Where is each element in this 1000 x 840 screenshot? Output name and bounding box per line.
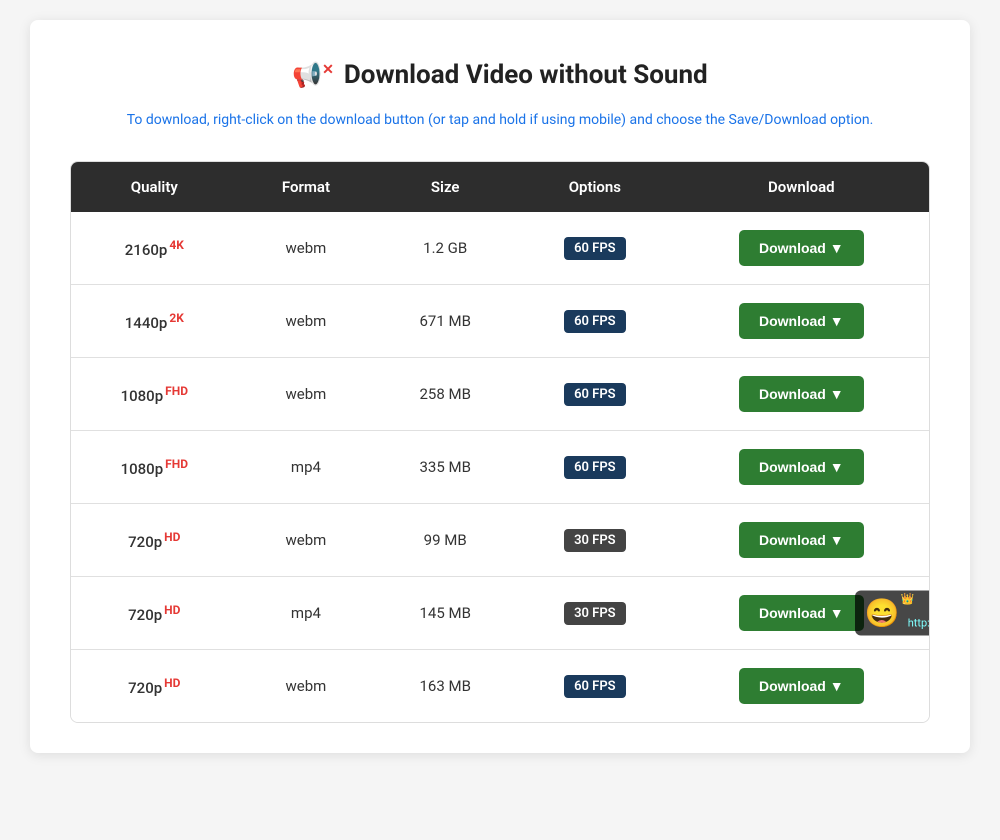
download-button[interactable]: Download ▼	[739, 449, 864, 485]
format-cell: mp4	[238, 431, 375, 504]
table-header-row: Quality Format Size Options Download	[71, 162, 929, 212]
options-cell: 60 FPS	[516, 431, 673, 504]
quality-label: 720p	[128, 679, 162, 697]
size-cell: 258 MB	[374, 358, 516, 431]
download-button[interactable]: Download ▼	[739, 376, 864, 412]
quality-badge: 2K	[169, 311, 184, 325]
size-cell: 145 MB	[374, 577, 516, 650]
table-row: 720pHDwebm99 MB30 FPSDownload ▼	[71, 504, 929, 577]
quality-badge: 4K	[169, 238, 184, 252]
download-cell: Download ▼	[674, 212, 929, 285]
col-download: Download	[674, 162, 929, 212]
col-format: Format	[238, 162, 375, 212]
quality-badge: FHD	[165, 457, 188, 471]
download-button[interactable]: Download ▼	[739, 230, 864, 266]
download-table: Quality Format Size Options Download 216…	[71, 162, 929, 722]
quality-label: 2160p	[125, 241, 168, 259]
col-size: Size	[374, 162, 516, 212]
download-button[interactable]: Download ▼	[739, 303, 864, 339]
quality-cell: 720pHD	[71, 504, 238, 577]
download-cell: Download ▼😄👑國際王阿達http://www.kocpc.com.tw	[674, 577, 929, 650]
crown-icon: 👑	[901, 593, 915, 606]
quality-label: 1440p	[125, 314, 168, 332]
fps-badge: 60 FPS	[564, 675, 626, 698]
options-cell: 30 FPS	[516, 577, 673, 650]
download-cell: Download ▼	[674, 431, 929, 504]
col-quality: Quality	[71, 162, 238, 212]
fps-badge: 30 FPS	[564, 529, 626, 552]
fps-badge: 60 FPS	[564, 237, 626, 260]
quality-label: 1080p	[121, 387, 164, 405]
format-cell: webm	[238, 504, 375, 577]
col-options: Options	[516, 162, 673, 212]
table-row: 1440p2Kwebm671 MB60 FPSDownload ▼	[71, 285, 929, 358]
watermark-emoji: 😄	[865, 597, 900, 630]
options-cell: 60 FPS	[516, 212, 673, 285]
fps-badge: 60 FPS	[564, 310, 626, 333]
table-row: 720pHDmp4145 MB30 FPSDownload ▼😄👑國際王阿達ht…	[71, 577, 929, 650]
quality-cell: 1080pFHD	[71, 431, 238, 504]
options-cell: 30 FPS	[516, 504, 673, 577]
format-cell: webm	[238, 212, 375, 285]
quality-badge: HD	[164, 676, 180, 690]
download-button[interactable]: Download ▼	[739, 668, 864, 704]
page-title: 📢✕ Download Video without Sound	[70, 60, 930, 90]
quality-label: 720p	[128, 533, 162, 551]
quality-label: 720p	[128, 606, 162, 624]
download-cell: Download ▼	[674, 358, 929, 431]
download-cell: Download ▼	[674, 285, 929, 358]
quality-cell: 720pHD	[71, 577, 238, 650]
fps-badge: 60 FPS	[564, 383, 626, 406]
quality-cell: 2160p4K	[71, 212, 238, 285]
quality-label: 1080p	[121, 460, 164, 478]
quality-badge: HD	[164, 603, 180, 617]
download-button[interactable]: Download ▼	[739, 522, 864, 558]
table-row: 720pHDwebm163 MB60 FPSDownload ▼	[71, 650, 929, 723]
quality-cell: 720pHD	[71, 650, 238, 723]
watermark-site: http://www.kocpc.com.tw	[908, 616, 930, 629]
size-cell: 99 MB	[374, 504, 516, 577]
table-row: 1080pFHDwebm258 MB60 FPSDownload ▼	[71, 358, 929, 431]
format-cell: webm	[238, 285, 375, 358]
watermark-overlay: 😄👑國際王阿達http://www.kocpc.com.tw	[855, 591, 930, 636]
quality-badge: HD	[164, 530, 180, 544]
mute-icon: 📢✕	[292, 61, 334, 89]
fps-badge: 30 FPS	[564, 602, 626, 625]
format-cell: webm	[238, 358, 375, 431]
quality-badge: FHD	[165, 384, 188, 398]
size-cell: 1.2 GB	[374, 212, 516, 285]
table-row: 2160p4Kwebm1.2 GB60 FPSDownload ▼	[71, 212, 929, 285]
table-row: 1080pFHDmp4335 MB60 FPSDownload ▼	[71, 431, 929, 504]
main-card: 📢✕ Download Video without Sound To downl…	[30, 20, 970, 753]
options-cell: 60 FPS	[516, 285, 673, 358]
instruction-text: To download, right-click on the download…	[70, 110, 930, 131]
size-cell: 163 MB	[374, 650, 516, 723]
download-cell: Download ▼	[674, 504, 929, 577]
fps-badge: 60 FPS	[564, 456, 626, 479]
quality-cell: 1440p2K	[71, 285, 238, 358]
format-cell: mp4	[238, 577, 375, 650]
quality-cell: 1080pFHD	[71, 358, 238, 431]
options-cell: 60 FPS	[516, 650, 673, 723]
size-cell: 335 MB	[374, 431, 516, 504]
size-cell: 671 MB	[374, 285, 516, 358]
options-cell: 60 FPS	[516, 358, 673, 431]
download-cell: Download ▼	[674, 650, 929, 723]
download-button[interactable]: Download ▼	[739, 595, 864, 631]
download-table-wrapper: Quality Format Size Options Download 216…	[70, 161, 930, 723]
format-cell: webm	[238, 650, 375, 723]
